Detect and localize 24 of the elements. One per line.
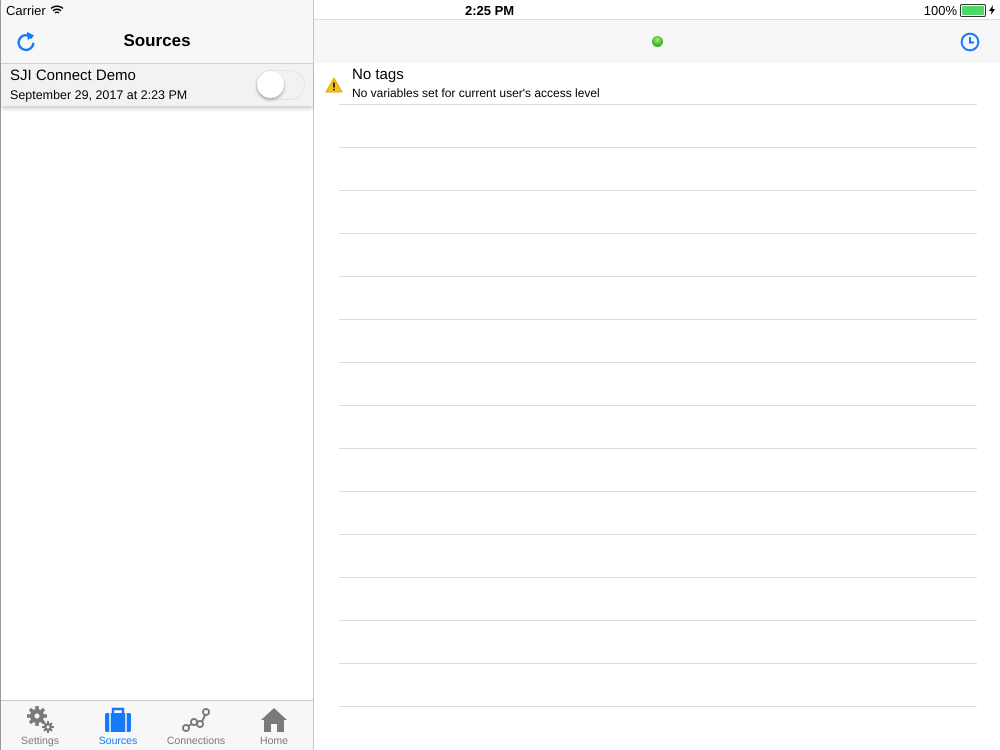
clock-time: 2:25 PM (465, 2, 514, 18)
clock-icon[interactable] (960, 32, 980, 52)
briefcase-icon (104, 707, 132, 733)
tab-item[interactable]: Settings (1, 701, 79, 750)
message-title: No tags (352, 66, 405, 83)
battery-percent: 100% (924, 2, 957, 18)
source-date: September 29, 2017 at 2:23 PM (10, 88, 188, 102)
warning-icon (325, 77, 343, 93)
toggle-switch[interactable] (256, 70, 305, 100)
source-row[interactable]: SJI Connect Demo September 29, 2017 at 2:23 PM (1, 64, 313, 106)
battery-icon (960, 4, 986, 16)
message-text: No variables set for current user's access level (352, 86, 600, 100)
status-light-icon (652, 36, 662, 47)
house-icon (260, 707, 288, 733)
tab-item[interactable]: Home (235, 701, 313, 750)
tab-item[interactable]: Sources (79, 701, 157, 750)
wifi-icon (50, 5, 64, 15)
sources-title: Sources (123, 31, 191, 51)
tab-item[interactable]: Connections (157, 701, 235, 750)
connected-nodes-icon (182, 707, 210, 733)
gears-icon (26, 705, 54, 733)
refresh-icon[interactable] (15, 29, 37, 53)
carrier-label: Carrier (6, 2, 46, 18)
source-name: SJI Connect Demo (10, 67, 137, 84)
